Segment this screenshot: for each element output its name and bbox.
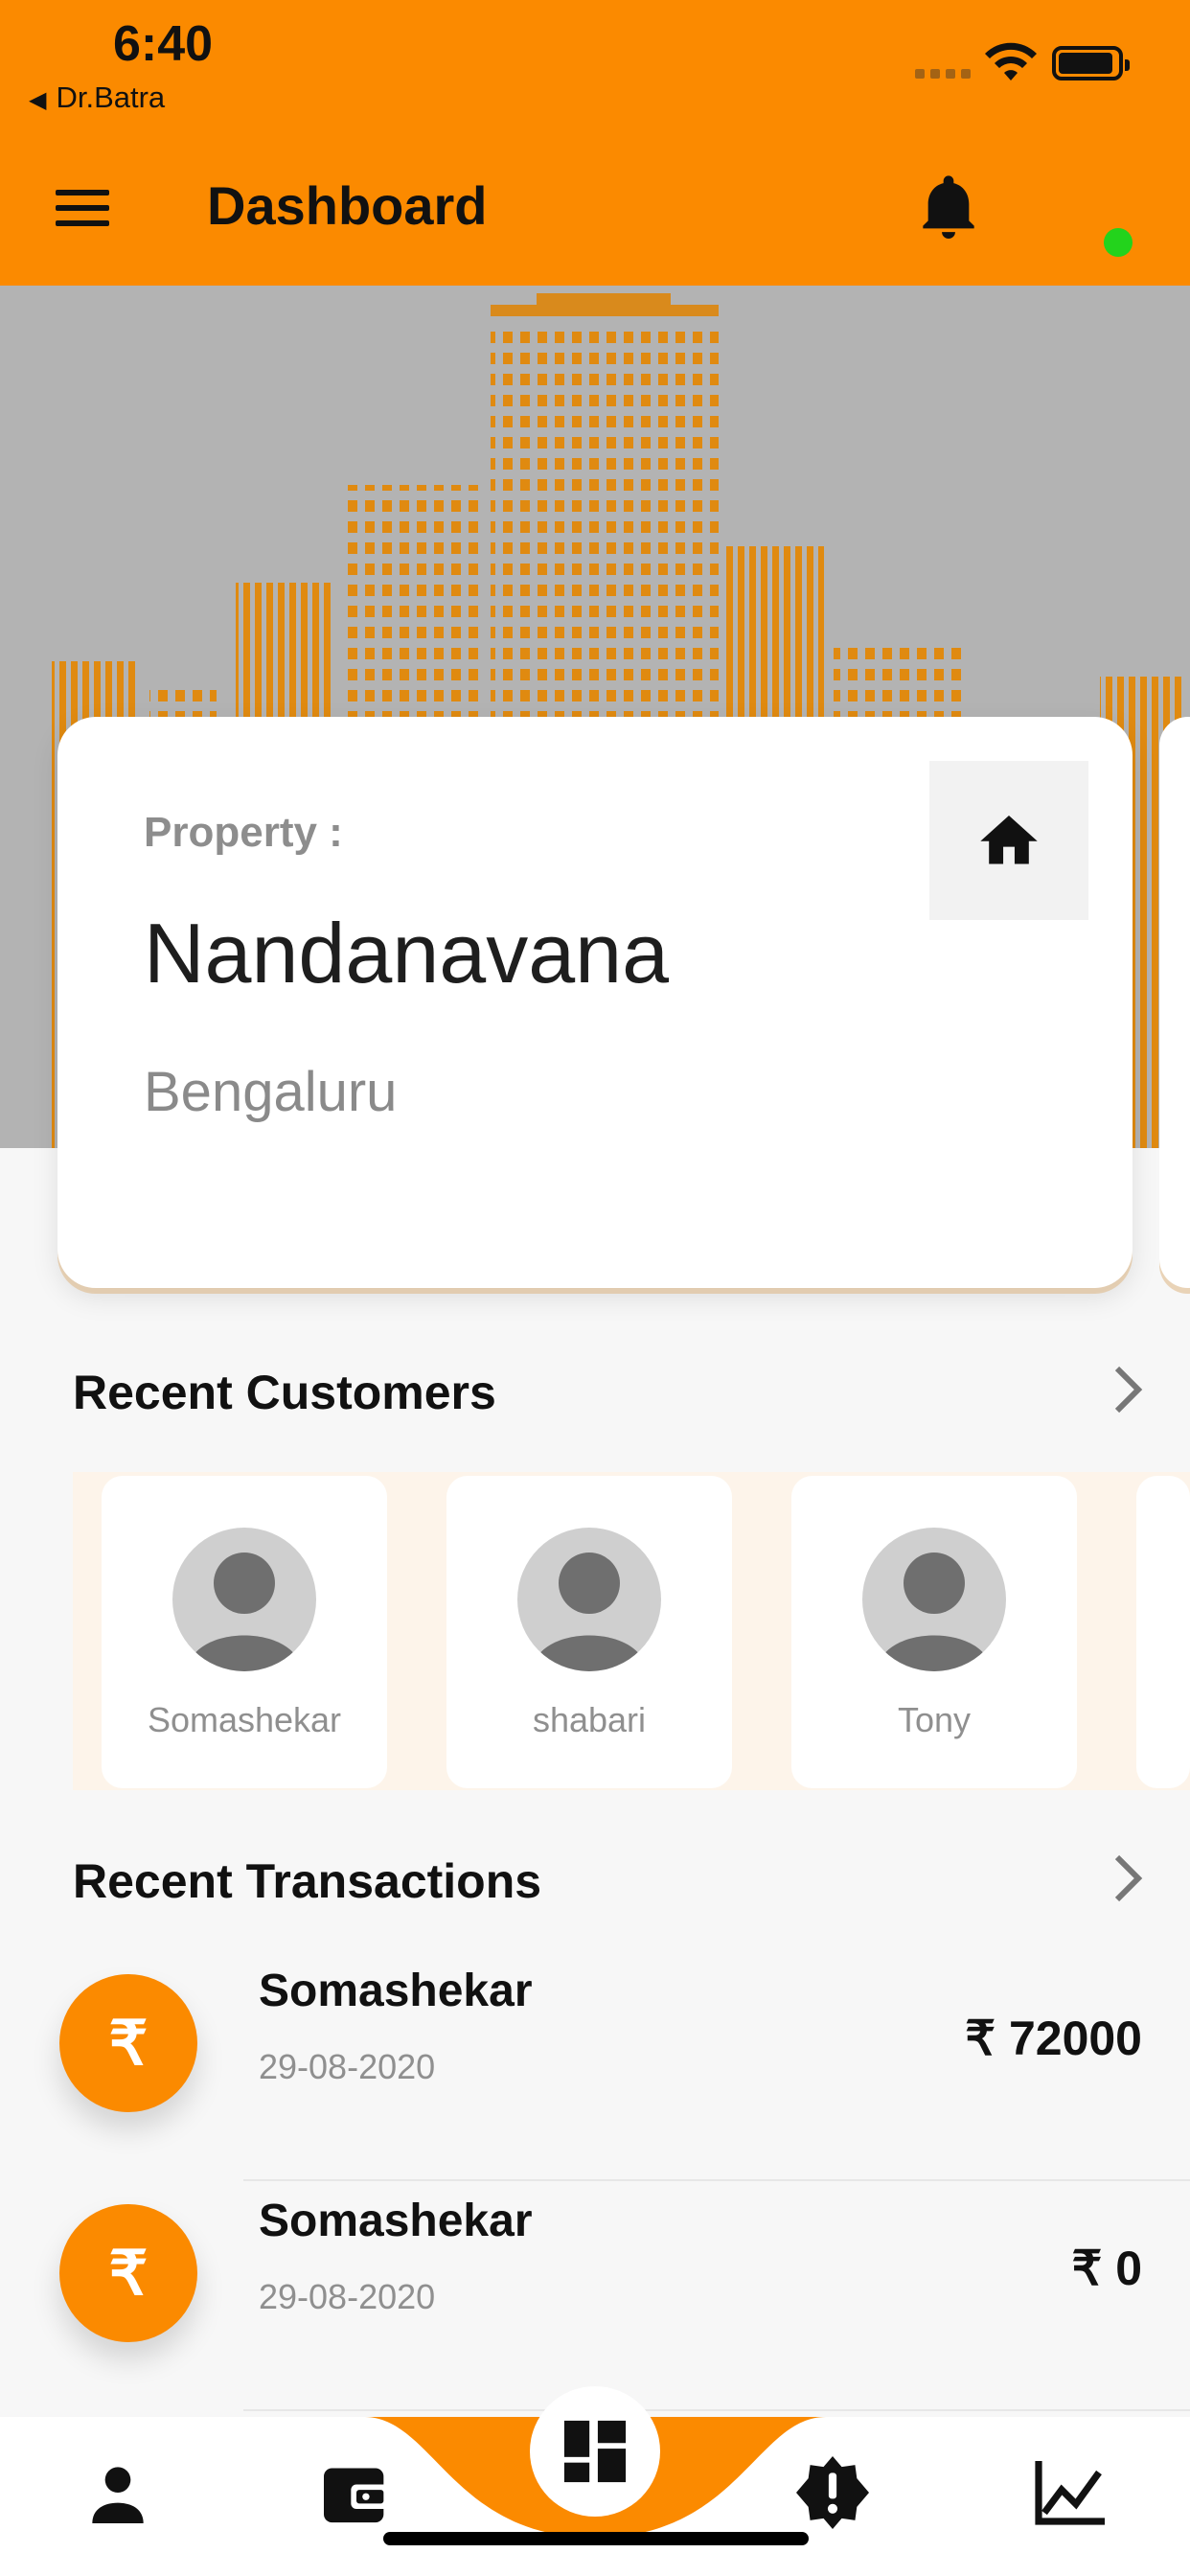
nav-profile[interactable] [75,2450,161,2536]
transaction-row[interactable]: ₹ Somashekar 29-08-2020 ₹ 72000 [0,1951,1190,2181]
nav-wallet[interactable] [313,2450,400,2536]
customer-card[interactable]: Somashekar [102,1476,387,1788]
home-indicator[interactable] [383,2532,809,2545]
customer-card[interactable]: Tony [791,1476,1077,1788]
customer-name: shabari [532,1700,647,1739]
wifi-icon [985,42,1037,80]
chevron-right-icon[interactable] [1111,1365,1144,1414]
page-title: Dashboard [207,175,488,236]
avatar [862,1528,1006,1671]
customer-name: Somashekar [147,1700,342,1739]
app-header: 6:40 ◀ Dr.Batra Dashboard [0,0,1190,286]
back-to-app-link[interactable]: ◀ Dr.Batra [29,80,165,115]
property-home-button[interactable] [929,761,1088,920]
battery-icon [1052,46,1130,80]
transaction-customer: Somashekar [259,1966,533,2016]
menu-icon[interactable] [56,190,109,226]
transaction-row[interactable]: ₹ Somashekar 29-08-2020 ₹ 0 [0,2181,1190,2411]
home-icon [980,816,1038,864]
dashboard-icon [563,2420,627,2483]
nav-analytics[interactable] [1027,2450,1113,2536]
chevron-right-icon[interactable] [1111,1853,1144,1903]
avatar [172,1528,316,1671]
property-label: Property : [144,809,343,856]
next-property-card[interactable] [1159,717,1190,1288]
transaction-date: 29-08-2020 [259,2047,436,2086]
status-time: 6:40 [113,16,214,72]
alert-icon [796,2456,869,2529]
nav-alerts[interactable] [790,2450,876,2536]
recent-transactions-title: Recent Transactions [73,1854,542,1908]
back-app-label: Dr.Batra [56,80,166,114]
chart-icon [1035,2461,1105,2525]
recent-customers-title: Recent Customers [73,1366,496,1419]
person-icon [92,2467,144,2523]
online-status-dot [1104,228,1133,257]
bell-icon[interactable] [918,174,979,242]
transaction-customer: Somashekar [259,2196,533,2246]
property-name: Nandanavana [144,906,670,1000]
rupee-icon: ₹ [59,1974,197,2112]
cellular-signal-icon [915,59,973,79]
customer-card-partial[interactable] [1136,1476,1190,1788]
back-arrow-icon: ◀ [29,87,47,113]
customer-name: Tony [897,1700,972,1739]
transaction-date: 29-08-2020 [259,2277,436,2316]
nav-dashboard-button[interactable] [530,2386,660,2517]
property-city: Bengaluru [144,1061,398,1123]
rupee-icon: ₹ [59,2204,197,2342]
customer-card[interactable]: shabari [446,1476,732,1788]
avatar [517,1528,661,1671]
transaction-amount: ₹ 0 [1071,2242,1142,2295]
wallet-icon [324,2468,389,2523]
property-card[interactable]: Property : Nandanavana Bengaluru [57,717,1133,1288]
transaction-amount: ₹ 72000 [965,2012,1142,2065]
